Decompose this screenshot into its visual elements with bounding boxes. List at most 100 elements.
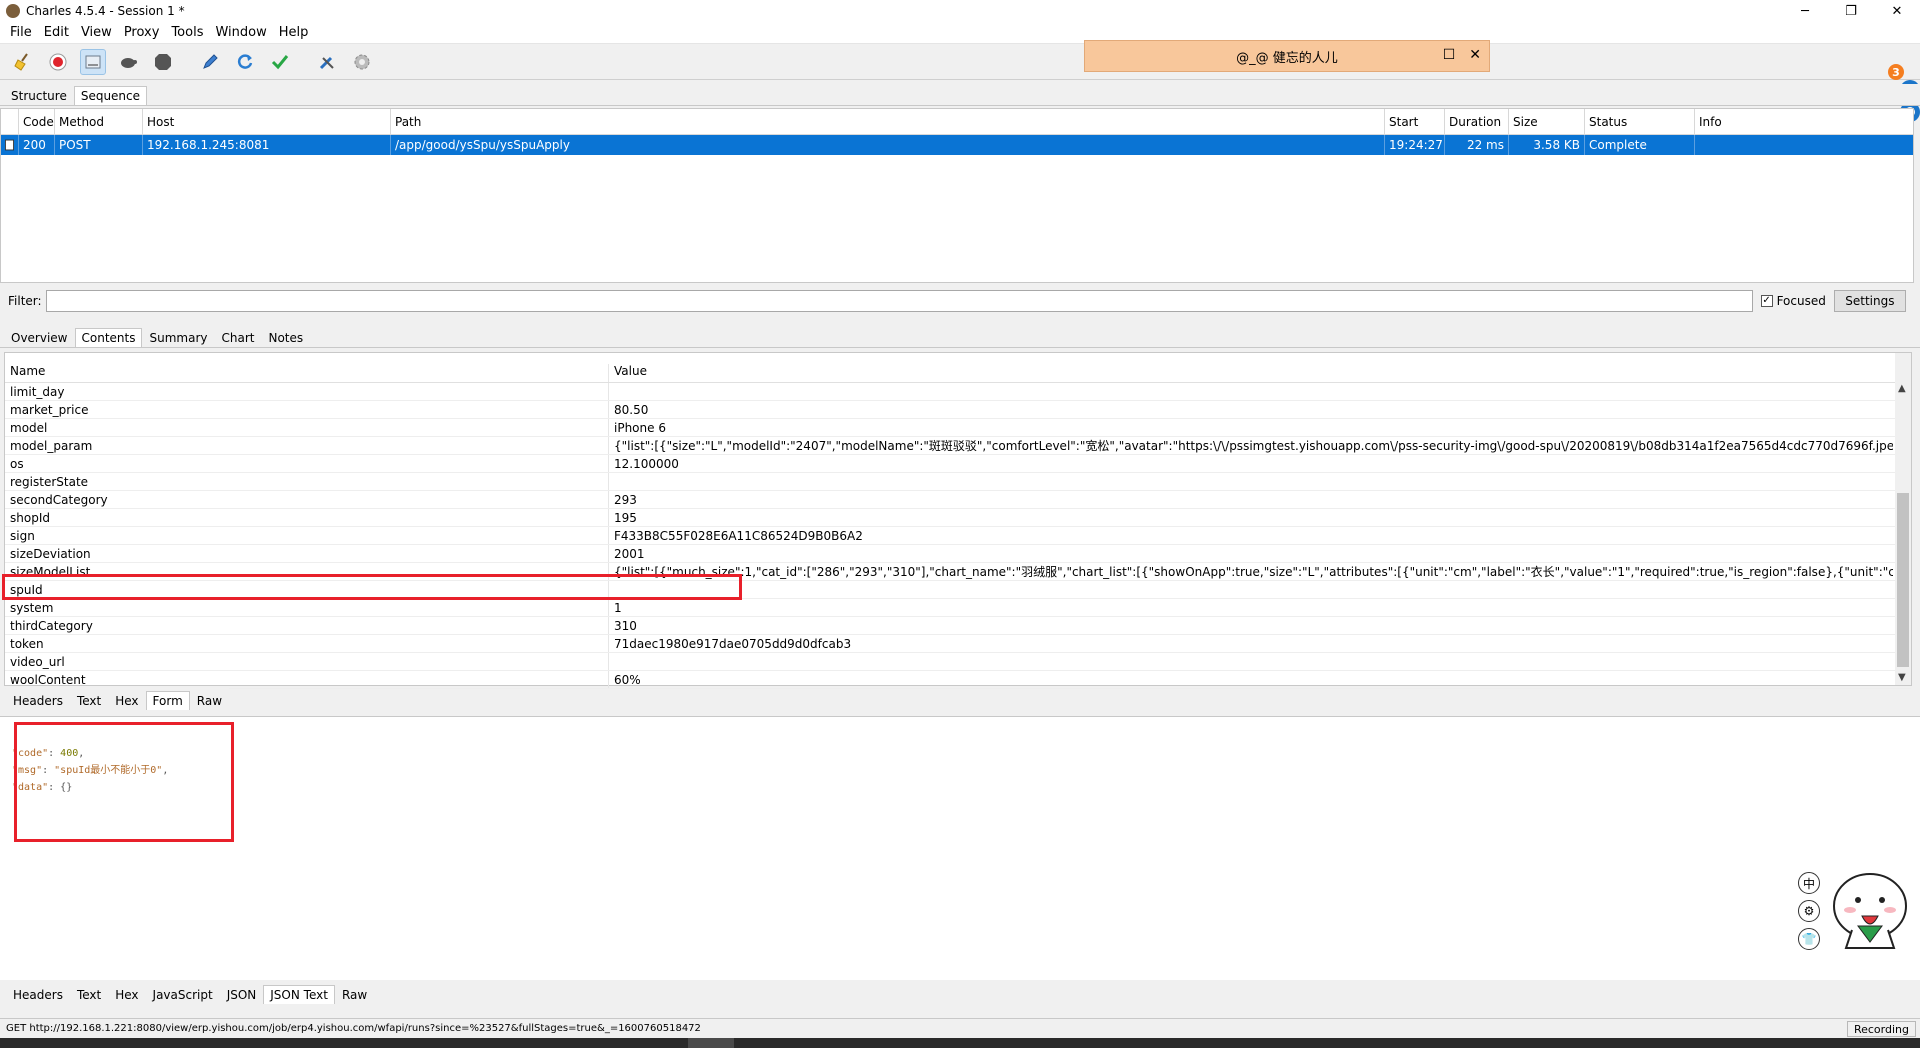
table-row[interactable]: model_param {"list":[{"size":"L","modelId… xyxy=(5,437,1911,455)
row-size: 3.58 KB xyxy=(1509,135,1585,155)
tab-req-raw[interactable]: Raw xyxy=(190,691,229,710)
check-icon[interactable] xyxy=(267,49,293,75)
checkbox-checked-icon: ✓ xyxy=(1760,295,1773,307)
menu-tools[interactable]: Tools xyxy=(165,25,209,40)
col-code[interactable]: Code xyxy=(19,109,55,134)
tab-chart[interactable]: Chart xyxy=(214,328,261,347)
table-row[interactable]: market_price 80.50 xyxy=(5,401,1911,419)
response-pane: "code": 400, "msg": "spuId最小不能小于0", "dat… xyxy=(0,716,1920,980)
ime-chinese-icon[interactable]: 中 xyxy=(1798,872,1820,894)
tab-res-raw[interactable]: Raw xyxy=(335,985,374,1004)
table-row[interactable]: 200 POST 192.168.1.245:8081 /app/good/ys… xyxy=(1,135,1913,155)
scroll-thumb[interactable] xyxy=(1897,493,1909,667)
tab-req-form[interactable]: Form xyxy=(145,691,190,710)
window-title: Charles 4.5.4 - Session 1 * xyxy=(26,4,185,18)
table-row[interactable]: video_url xyxy=(5,653,1911,671)
refresh-icon[interactable] xyxy=(232,49,258,75)
filter-bar: Filter: ✓ Focused Settings xyxy=(0,288,1920,314)
title-bar: Charles 4.5.4 - Session 1 * ─ ❐ ✕ xyxy=(0,0,1920,22)
focused-label: Focused xyxy=(1776,294,1826,308)
tab-res-text[interactable]: Text xyxy=(70,985,108,1004)
notice-maximize-button[interactable]: ☐ xyxy=(1443,47,1456,63)
response-tabs: Headers Text Hex JavaScript JSON JSON Te… xyxy=(6,982,375,1004)
col-host[interactable]: Host xyxy=(143,109,391,134)
recording-indicator[interactable]: Recording xyxy=(1846,1021,1916,1037)
col-status[interactable]: Status xyxy=(1585,109,1695,134)
table-row[interactable]: woolContent 60% xyxy=(5,671,1911,689)
tab-contents[interactable]: Contents xyxy=(74,328,143,347)
minimize-button[interactable]: ─ xyxy=(1782,0,1828,22)
tab-req-headers[interactable]: Headers xyxy=(6,691,70,710)
ime-settings-icon[interactable]: ⚙ xyxy=(1798,900,1820,922)
menu-help[interactable]: Help xyxy=(273,25,315,40)
tab-res-json[interactable]: JSON xyxy=(220,985,264,1004)
table-row[interactable]: registerState xyxy=(5,473,1911,491)
table-row[interactable]: limit_day xyxy=(5,383,1911,401)
col-path[interactable]: Path xyxy=(391,109,1385,134)
table-row[interactable]: model iPhone 6 xyxy=(5,419,1911,437)
col-start[interactable]: Start xyxy=(1385,109,1445,134)
focused-checkbox[interactable]: ✓ Focused xyxy=(1760,294,1826,308)
settings-button[interactable]: Settings xyxy=(1833,290,1906,312)
turtle-icon[interactable] xyxy=(115,49,141,75)
highlight-box-spuid xyxy=(2,574,742,600)
throttle-icon[interactable] xyxy=(80,48,106,75)
table-row[interactable]: thirdCategory 310 xyxy=(5,617,1911,635)
tab-res-headers[interactable]: Headers xyxy=(6,985,70,1004)
toolbar xyxy=(0,44,1920,80)
col-duration[interactable]: Duration xyxy=(1445,109,1509,134)
highlight-box-response xyxy=(14,722,234,842)
tab-res-javascript[interactable]: JavaScript xyxy=(146,985,220,1004)
col-name[interactable]: Name xyxy=(5,364,609,382)
tab-structure[interactable]: Structure xyxy=(4,86,74,105)
form-scrollbar[interactable]: ▲ ▼ xyxy=(1895,353,1911,685)
scroll-down-icon[interactable]: ▼ xyxy=(1898,672,1906,683)
maximize-button[interactable]: ❐ xyxy=(1828,0,1874,22)
col-value[interactable]: Value xyxy=(609,364,652,382)
sequence-table: Code Method Host Path Start Duration Siz… xyxy=(0,108,1914,283)
filter-label: Filter: xyxy=(8,294,42,308)
table-row[interactable]: token 71daec1980e917dae0705dd9d0dfcab3 xyxy=(5,635,1911,653)
row-method: POST xyxy=(55,135,143,155)
table-row[interactable]: sizeDeviation 2001 xyxy=(5,545,1911,563)
table-row[interactable]: secondCategory 293 xyxy=(5,491,1911,509)
tab-notes[interactable]: Notes xyxy=(261,328,310,347)
menu-proxy[interactable]: Proxy xyxy=(118,25,166,40)
table-row[interactable]: system 1 xyxy=(5,599,1911,617)
tab-sequence[interactable]: Sequence xyxy=(73,86,148,105)
menu-edit[interactable]: Edit xyxy=(38,25,75,40)
col-size[interactable]: Size xyxy=(1509,109,1585,134)
tab-overview[interactable]: Overview xyxy=(4,328,75,347)
menu-view[interactable]: View xyxy=(75,25,118,40)
scroll-up-icon[interactable]: ▲ xyxy=(1898,383,1906,394)
row-duration: 22 ms xyxy=(1445,135,1509,155)
ime-skin-icon[interactable]: 👕 xyxy=(1798,928,1820,950)
broom-icon[interactable] xyxy=(10,49,36,75)
row-code: 200 xyxy=(19,135,55,155)
tab-summary[interactable]: Summary xyxy=(142,328,214,347)
tab-req-hex[interactable]: Hex xyxy=(108,691,145,710)
table-row[interactable]: os 12.100000 xyxy=(5,455,1911,473)
gear-icon[interactable] xyxy=(349,49,375,75)
notice-close-button[interactable]: ✕ xyxy=(1469,47,1481,63)
stop-icon[interactable] xyxy=(150,49,176,75)
col-method[interactable]: Method xyxy=(55,109,143,134)
mascot-sticker-icon xyxy=(1828,866,1918,956)
sequence-header: Code Method Host Path Start Duration Siz… xyxy=(1,109,1913,135)
col-info[interactable]: Info xyxy=(1695,109,1913,134)
menu-file[interactable]: File xyxy=(4,25,38,40)
tab-res-hex[interactable]: Hex xyxy=(108,985,145,1004)
table-row[interactable]: sign F433B8C55F028E6A11C86524D9B0B6A2 xyxy=(5,527,1911,545)
form-header: Name Value xyxy=(5,353,1911,383)
pen-icon[interactable] xyxy=(197,49,223,75)
tools-icon[interactable] xyxy=(314,49,340,75)
row-path: /app/good/ysSpu/ysSpuApply xyxy=(391,135,1385,155)
tab-req-text[interactable]: Text xyxy=(70,691,108,710)
record-icon[interactable] xyxy=(45,49,71,75)
close-button[interactable]: ✕ xyxy=(1874,0,1920,22)
window-controls: ─ ❐ ✕ xyxy=(1782,0,1920,22)
filter-input[interactable] xyxy=(45,290,1753,312)
tab-res-json-text[interactable]: JSON Text xyxy=(263,985,335,1004)
menu-window[interactable]: Window xyxy=(209,25,272,40)
table-row[interactable]: shopId 195 xyxy=(5,509,1911,527)
